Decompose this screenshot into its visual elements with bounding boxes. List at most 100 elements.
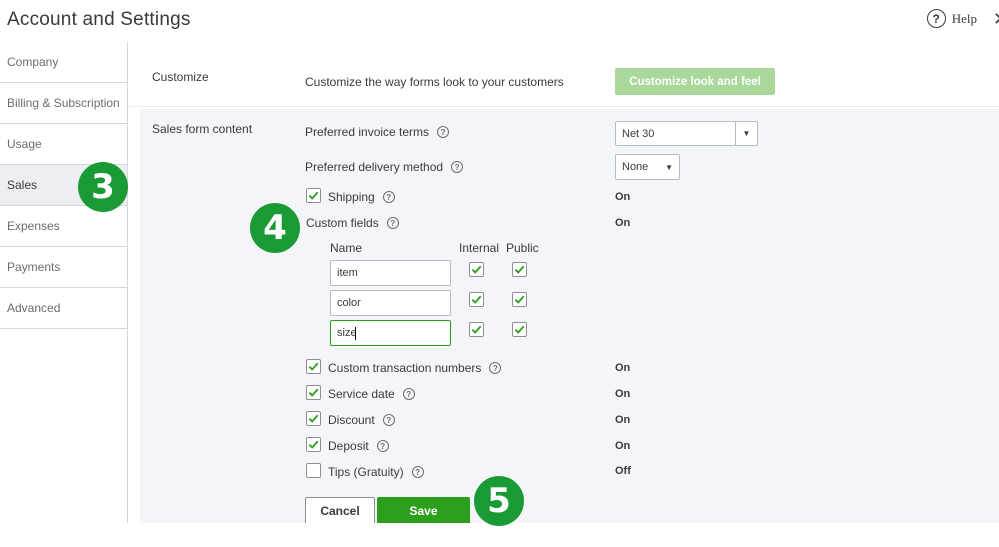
custom-field-public-checkbox[interactable] — [512, 262, 527, 277]
bottom-strip — [0, 523, 999, 547]
deposit-checkbox[interactable] — [306, 437, 321, 452]
option-text: Service date — [328, 387, 395, 401]
tips-label: Tips (Gratuity) ? — [328, 465, 424, 479]
invoice-terms-select[interactable]: Net 30 ▼ — [615, 121, 758, 146]
settings-main: Customize Customize the way forms look t… — [128, 42, 999, 525]
help-question-icon[interactable]: ? — [386, 217, 399, 229]
chevron-down-icon: ▼ — [735, 122, 757, 145]
shipping-label: Shipping ? — [328, 190, 395, 204]
customize-description: Customize the way forms look to your cus… — [305, 75, 564, 89]
checkmark-icon — [308, 388, 319, 397]
sidebar-item-payments[interactable]: Payments — [0, 247, 127, 288]
checkmark-icon — [514, 325, 525, 334]
custom-field-internal-checkbox[interactable] — [469, 292, 484, 307]
sales-form-section-label: Sales form content — [152, 122, 253, 136]
sales-form-content-panel: Sales form content Preferred invoice ter… — [140, 109, 999, 525]
custom-field-internal-checkbox[interactable] — [469, 262, 484, 277]
sidebar-item-label: Company — [7, 55, 59, 69]
custom-fields-col-internal: Internal — [459, 241, 500, 255]
invoice-terms-value: Net 30 — [622, 127, 655, 140]
custom-fields-col-public: Public — [506, 241, 539, 255]
custom-field-name-input[interactable] — [330, 320, 451, 346]
deposit-status: On — [615, 440, 631, 452]
help-button[interactable]: ? Help — [926, 9, 977, 28]
discount-checkbox[interactable] — [306, 411, 321, 426]
sidebar-item-label: Expenses — [7, 219, 60, 233]
checkmark-icon — [308, 191, 319, 200]
shipping-text: Shipping — [328, 190, 375, 204]
settings-sidebar: Company Billing & Subscription Usage Sal… — [0, 42, 128, 523]
sidebar-item-usage[interactable]: Usage — [0, 124, 127, 165]
sidebar-item-billing[interactable]: Billing & Subscription — [0, 83, 127, 124]
sidebar-item-label: Billing & Subscription — [7, 96, 120, 110]
shipping-status: On — [615, 191, 631, 203]
checkmark-icon — [514, 295, 525, 304]
page-header: Account and Settings ? Help ✕ — [0, 0, 999, 42]
checkmark-icon — [471, 295, 482, 304]
close-icon[interactable]: ✕ — [993, 8, 999, 30]
custom-transaction-numbers-status: On — [615, 362, 631, 374]
step-badge-5: 5 — [474, 476, 524, 526]
sidebar-item-company[interactable]: Company — [0, 42, 127, 83]
invoice-terms-label: Preferred invoice terms ? — [305, 125, 450, 139]
tips-checkbox[interactable] — [306, 463, 321, 478]
shipping-checkbox[interactable] — [306, 188, 321, 203]
customize-look-button[interactable]: Customize look and feel — [615, 68, 775, 95]
chevron-down-icon: ▼ — [665, 162, 673, 172]
checkmark-icon — [471, 325, 482, 334]
option-text: Discount — [328, 413, 375, 427]
custom-field-public-checkbox[interactable] — [512, 322, 527, 337]
help-question-icon[interactable]: ? — [382, 191, 395, 203]
checkmark-icon — [308, 414, 319, 423]
help-question-icon[interactable]: ? — [411, 466, 424, 478]
help-label: Help — [951, 10, 977, 26]
help-icon: ? — [926, 9, 946, 28]
invoice-terms-text: Preferred invoice terms — [305, 125, 430, 139]
help-question-icon[interactable]: ? — [376, 440, 389, 452]
text-caret — [355, 327, 356, 340]
custom-field-internal-checkbox[interactable] — [469, 322, 484, 337]
sidebar-item-label: Advanced — [7, 301, 61, 315]
sidebar-item-label: Payments — [7, 260, 61, 274]
option-text: Deposit — [328, 439, 369, 453]
sidebar-item-advanced[interactable]: Advanced — [0, 288, 127, 329]
checkmark-icon — [471, 265, 482, 274]
checkmark-icon — [514, 265, 525, 274]
custom-field-name-input[interactable] — [330, 290, 451, 316]
page-title: Account and Settings — [7, 9, 191, 30]
custom-transaction-numbers-label: Custom transaction numbers ? — [328, 361, 502, 375]
delivery-method-text: Preferred delivery method — [305, 160, 444, 174]
checkmark-icon — [308, 440, 319, 449]
customize-section-label: Customize — [152, 70, 209, 84]
custom-fields-status: On — [615, 217, 631, 229]
custom-field-name-input[interactable] — [330, 260, 451, 286]
delivery-method-select[interactable]: None ▼ — [615, 154, 680, 180]
help-question-icon[interactable]: ? — [402, 388, 415, 400]
help-question-icon[interactable]: ? — [382, 414, 395, 426]
save-button[interactable]: Save — [377, 497, 470, 525]
sidebar-item-label: Usage — [7, 137, 42, 151]
custom-fields-label: Custom fields ? — [306, 216, 399, 230]
option-text: Custom transaction numbers — [328, 361, 482, 375]
customize-section: Customize Customize the way forms look t… — [128, 42, 999, 107]
custom-fields-text: Custom fields — [306, 216, 379, 230]
option-text: Tips (Gratuity) — [328, 465, 404, 479]
delivery-method-value: None — [622, 161, 649, 173]
discount-label: Discount ? — [328, 413, 395, 427]
help-question-icon[interactable]: ? — [437, 126, 450, 138]
sidebar-item-expenses[interactable]: Expenses — [0, 206, 127, 247]
help-question-icon[interactable]: ? — [451, 161, 464, 173]
service-date-checkbox[interactable] — [306, 385, 321, 400]
service-date-status: On — [615, 388, 631, 400]
cancel-button[interactable]: Cancel — [305, 497, 375, 525]
help-question-icon[interactable]: ? — [489, 362, 502, 374]
deposit-label: Deposit ? — [328, 439, 389, 453]
tips-status: Off — [615, 465, 631, 477]
service-date-label: Service date ? — [328, 387, 415, 401]
custom-field-public-checkbox[interactable] — [512, 292, 527, 307]
sidebar-item-label: Sales — [7, 178, 38, 192]
delivery-method-label: Preferred delivery method ? — [305, 160, 464, 174]
step-badge-3: 3 — [78, 162, 128, 212]
custom-transaction-numbers-checkbox[interactable] — [306, 359, 321, 374]
discount-status: On — [615, 414, 631, 426]
